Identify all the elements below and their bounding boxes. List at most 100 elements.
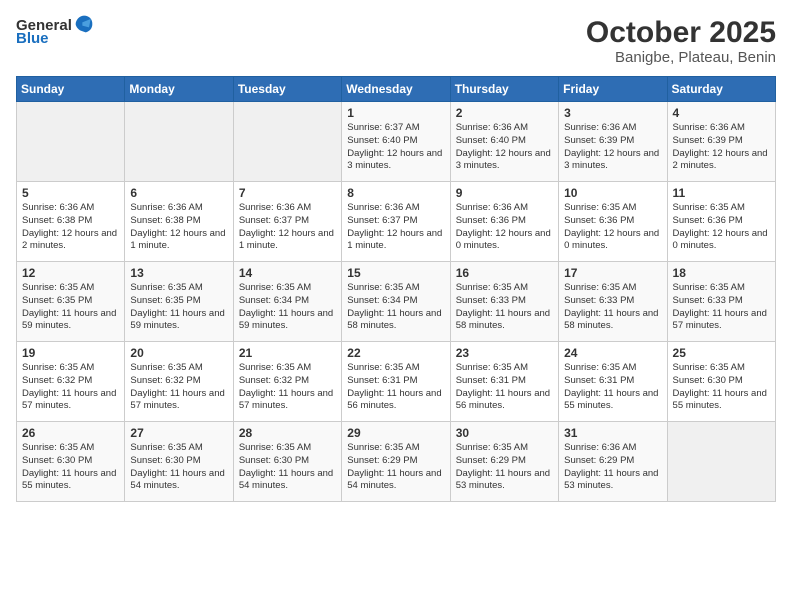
calendar-cell: 20 Sunrise: 6:35 AM Sunset: 6:32 PM Dayli… (125, 342, 233, 422)
logo: General Blue (16, 16, 94, 47)
day-info: Sunrise: 6:35 AM Sunset: 6:29 PM Dayligh… (347, 442, 444, 493)
calendar-cell: 13Sunrise: 6:35 AM Sunset: 6:35 PM Dayli… (125, 262, 233, 342)
logo-icon (74, 14, 94, 34)
logo-text-blue: Blue (16, 30, 49, 47)
calendar-cell (125, 102, 233, 182)
day-number: 2 (456, 106, 553, 120)
week-row-5: 26 Sunrise: 6:35 AM Sunset: 6:30 PM Dayli… (17, 422, 776, 502)
calendar-cell: 18 Sunrise: 6:35 AM Sunset: 6:33 PM Dayli… (667, 262, 775, 342)
day-number: 13 (130, 266, 227, 280)
calendar-cell: 5 Sunrise: 6:36 AM Sunset: 6:38 PM Daylig… (17, 182, 125, 262)
day-number: 14 (239, 266, 336, 280)
calendar-cell: 15Sunrise: 6:35 AM Sunset: 6:34 PM Dayli… (342, 262, 450, 342)
day-number: 11 (673, 186, 770, 200)
day-info: Sunrise: 6:35 AM Sunset: 6:36 PM Dayligh… (564, 202, 661, 253)
header-tuesday: Tuesday (233, 77, 341, 102)
day-number: 6 (130, 186, 227, 200)
calendar-table: Sunday Monday Tuesday Wednesday Thursday… (16, 76, 776, 502)
day-info: Sunrise: 6:35 AM Sunset: 6:34 PM Dayligh… (347, 282, 444, 333)
header-friday: Friday (559, 77, 667, 102)
calendar-cell: 17 Sunrise: 6:35 AM Sunset: 6:33 PM Dayli… (559, 262, 667, 342)
calendar-cell (667, 422, 775, 502)
day-info: Sunrise: 6:35 AM Sunset: 6:30 PM Dayligh… (673, 362, 770, 413)
calendar-cell: 12Sunrise: 6:35 AM Sunset: 6:35 PM Dayli… (17, 262, 125, 342)
calendar-cell: 1 Sunrise: 6:37 AM Sunset: 6:40 PM Daylig… (342, 102, 450, 182)
day-info: Sunrise: 6:37 AM Sunset: 6:40 PM Dayligh… (347, 122, 444, 173)
calendar-cell: 27 Sunrise: 6:35 AM Sunset: 6:30 PM Dayli… (125, 422, 233, 502)
day-info: Sunrise: 6:36 AM Sunset: 6:37 PM Dayligh… (239, 202, 336, 253)
day-info: Sunrise: 6:35 AM Sunset: 6:30 PM Dayligh… (239, 442, 336, 493)
calendar-cell: 22 Sunrise: 6:35 AM Sunset: 6:31 PM Dayli… (342, 342, 450, 422)
calendar-cell: 16Sunrise: 6:35 AM Sunset: 6:33 PM Dayli… (450, 262, 558, 342)
calendar-subtitle: Banigbe, Plateau, Benin (586, 49, 776, 66)
week-row-2: 5 Sunrise: 6:36 AM Sunset: 6:38 PM Daylig… (17, 182, 776, 262)
week-row-1: 1 Sunrise: 6:37 AM Sunset: 6:40 PM Daylig… (17, 102, 776, 182)
day-info: Sunrise: 6:36 AM Sunset: 6:40 PM Dayligh… (456, 122, 553, 173)
day-info: Sunrise: 6:35 AM Sunset: 6:33 PM Dayligh… (564, 282, 661, 333)
day-info: Sunrise: 6:35 AM Sunset: 6:32 PM Dayligh… (130, 362, 227, 413)
calendar-cell: 9 Sunrise: 6:36 AM Sunset: 6:36 PM Daylig… (450, 182, 558, 262)
day-number: 19 (22, 346, 119, 360)
day-info: Sunrise: 6:36 AM Sunset: 6:39 PM Dayligh… (564, 122, 661, 173)
calendar-cell: 19Sunrise: 6:35 AM Sunset: 6:32 PM Dayli… (17, 342, 125, 422)
day-info: Sunrise: 6:35 AM Sunset: 6:31 PM Dayligh… (347, 362, 444, 413)
day-info: Sunrise: 6:36 AM Sunset: 6:39 PM Dayligh… (673, 122, 770, 173)
day-number: 1 (347, 106, 444, 120)
weekday-header-row: Sunday Monday Tuesday Wednesday Thursday… (17, 77, 776, 102)
day-info: Sunrise: 6:35 AM Sunset: 6:29 PM Dayligh… (456, 442, 553, 493)
day-number: 27 (130, 426, 227, 440)
calendar-cell (233, 102, 341, 182)
calendar-cell: 30 Sunrise: 6:35 AM Sunset: 6:29 PM Dayli… (450, 422, 558, 502)
day-number: 8 (347, 186, 444, 200)
day-number: 9 (456, 186, 553, 200)
calendar-cell: 25 Sunrise: 6:35 AM Sunset: 6:30 PM Dayli… (667, 342, 775, 422)
calendar-cell: 21 Sunrise: 6:35 AM Sunset: 6:32 PM Dayli… (233, 342, 341, 422)
day-number: 3 (564, 106, 661, 120)
header-monday: Monday (125, 77, 233, 102)
day-info: Sunrise: 6:35 AM Sunset: 6:33 PM Dayligh… (673, 282, 770, 333)
day-number: 31 (564, 426, 661, 440)
calendar-cell: 24Sunrise: 6:35 AM Sunset: 6:31 PM Dayli… (559, 342, 667, 422)
day-info: Sunrise: 6:35 AM Sunset: 6:35 PM Dayligh… (22, 282, 119, 333)
header-saturday: Saturday (667, 77, 775, 102)
day-number: 17 (564, 266, 661, 280)
calendar-cell: 11 Sunrise: 6:35 AM Sunset: 6:36 PM Dayli… (667, 182, 775, 262)
calendar-cell: 10Sunrise: 6:35 AM Sunset: 6:36 PM Dayli… (559, 182, 667, 262)
calendar-cell: 4 Sunrise: 6:36 AM Sunset: 6:39 PM Daylig… (667, 102, 775, 182)
day-number: 29 (347, 426, 444, 440)
day-number: 21 (239, 346, 336, 360)
header-sunday: Sunday (17, 77, 125, 102)
day-info: Sunrise: 6:35 AM Sunset: 6:31 PM Dayligh… (564, 362, 661, 413)
calendar-cell: 26 Sunrise: 6:35 AM Sunset: 6:30 PM Dayli… (17, 422, 125, 502)
calendar-cell (17, 102, 125, 182)
calendar-cell: 28Sunrise: 6:35 AM Sunset: 6:30 PM Dayli… (233, 422, 341, 502)
page-header: General Blue October 2025 Banigbe, Plate… (16, 16, 776, 66)
week-row-3: 12Sunrise: 6:35 AM Sunset: 6:35 PM Dayli… (17, 262, 776, 342)
day-info: Sunrise: 6:36 AM Sunset: 6:37 PM Dayligh… (347, 202, 444, 253)
day-info: Sunrise: 6:35 AM Sunset: 6:32 PM Dayligh… (239, 362, 336, 413)
calendar-cell: 23Sunrise: 6:35 AM Sunset: 6:31 PM Dayli… (450, 342, 558, 422)
day-number: 22 (347, 346, 444, 360)
day-number: 18 (673, 266, 770, 280)
day-number: 26 (22, 426, 119, 440)
day-info: Sunrise: 6:35 AM Sunset: 6:36 PM Dayligh… (673, 202, 770, 253)
day-number: 20 (130, 346, 227, 360)
day-info: Sunrise: 6:36 AM Sunset: 6:38 PM Dayligh… (22, 202, 119, 253)
header-thursday: Thursday (450, 77, 558, 102)
day-info: Sunrise: 6:35 AM Sunset: 6:30 PM Dayligh… (22, 442, 119, 493)
calendar-cell: 6 Sunrise: 6:36 AM Sunset: 6:38 PM Daylig… (125, 182, 233, 262)
calendar-cell: 29 Sunrise: 6:35 AM Sunset: 6:29 PM Dayli… (342, 422, 450, 502)
title-block: October 2025 Banigbe, Plateau, Benin (586, 16, 776, 66)
day-number: 30 (456, 426, 553, 440)
calendar-cell: 7 Sunrise: 6:36 AM Sunset: 6:37 PM Daylig… (233, 182, 341, 262)
day-number: 7 (239, 186, 336, 200)
header-wednesday: Wednesday (342, 77, 450, 102)
day-info: Sunrise: 6:36 AM Sunset: 6:36 PM Dayligh… (456, 202, 553, 253)
day-info: Sunrise: 6:35 AM Sunset: 6:30 PM Dayligh… (130, 442, 227, 493)
day-info: Sunrise: 6:35 AM Sunset: 6:34 PM Dayligh… (239, 282, 336, 333)
day-info: Sunrise: 6:35 AM Sunset: 6:31 PM Dayligh… (456, 362, 553, 413)
day-number: 25 (673, 346, 770, 360)
day-number: 5 (22, 186, 119, 200)
day-number: 4 (673, 106, 770, 120)
day-info: Sunrise: 6:36 AM Sunset: 6:38 PM Dayligh… (130, 202, 227, 253)
